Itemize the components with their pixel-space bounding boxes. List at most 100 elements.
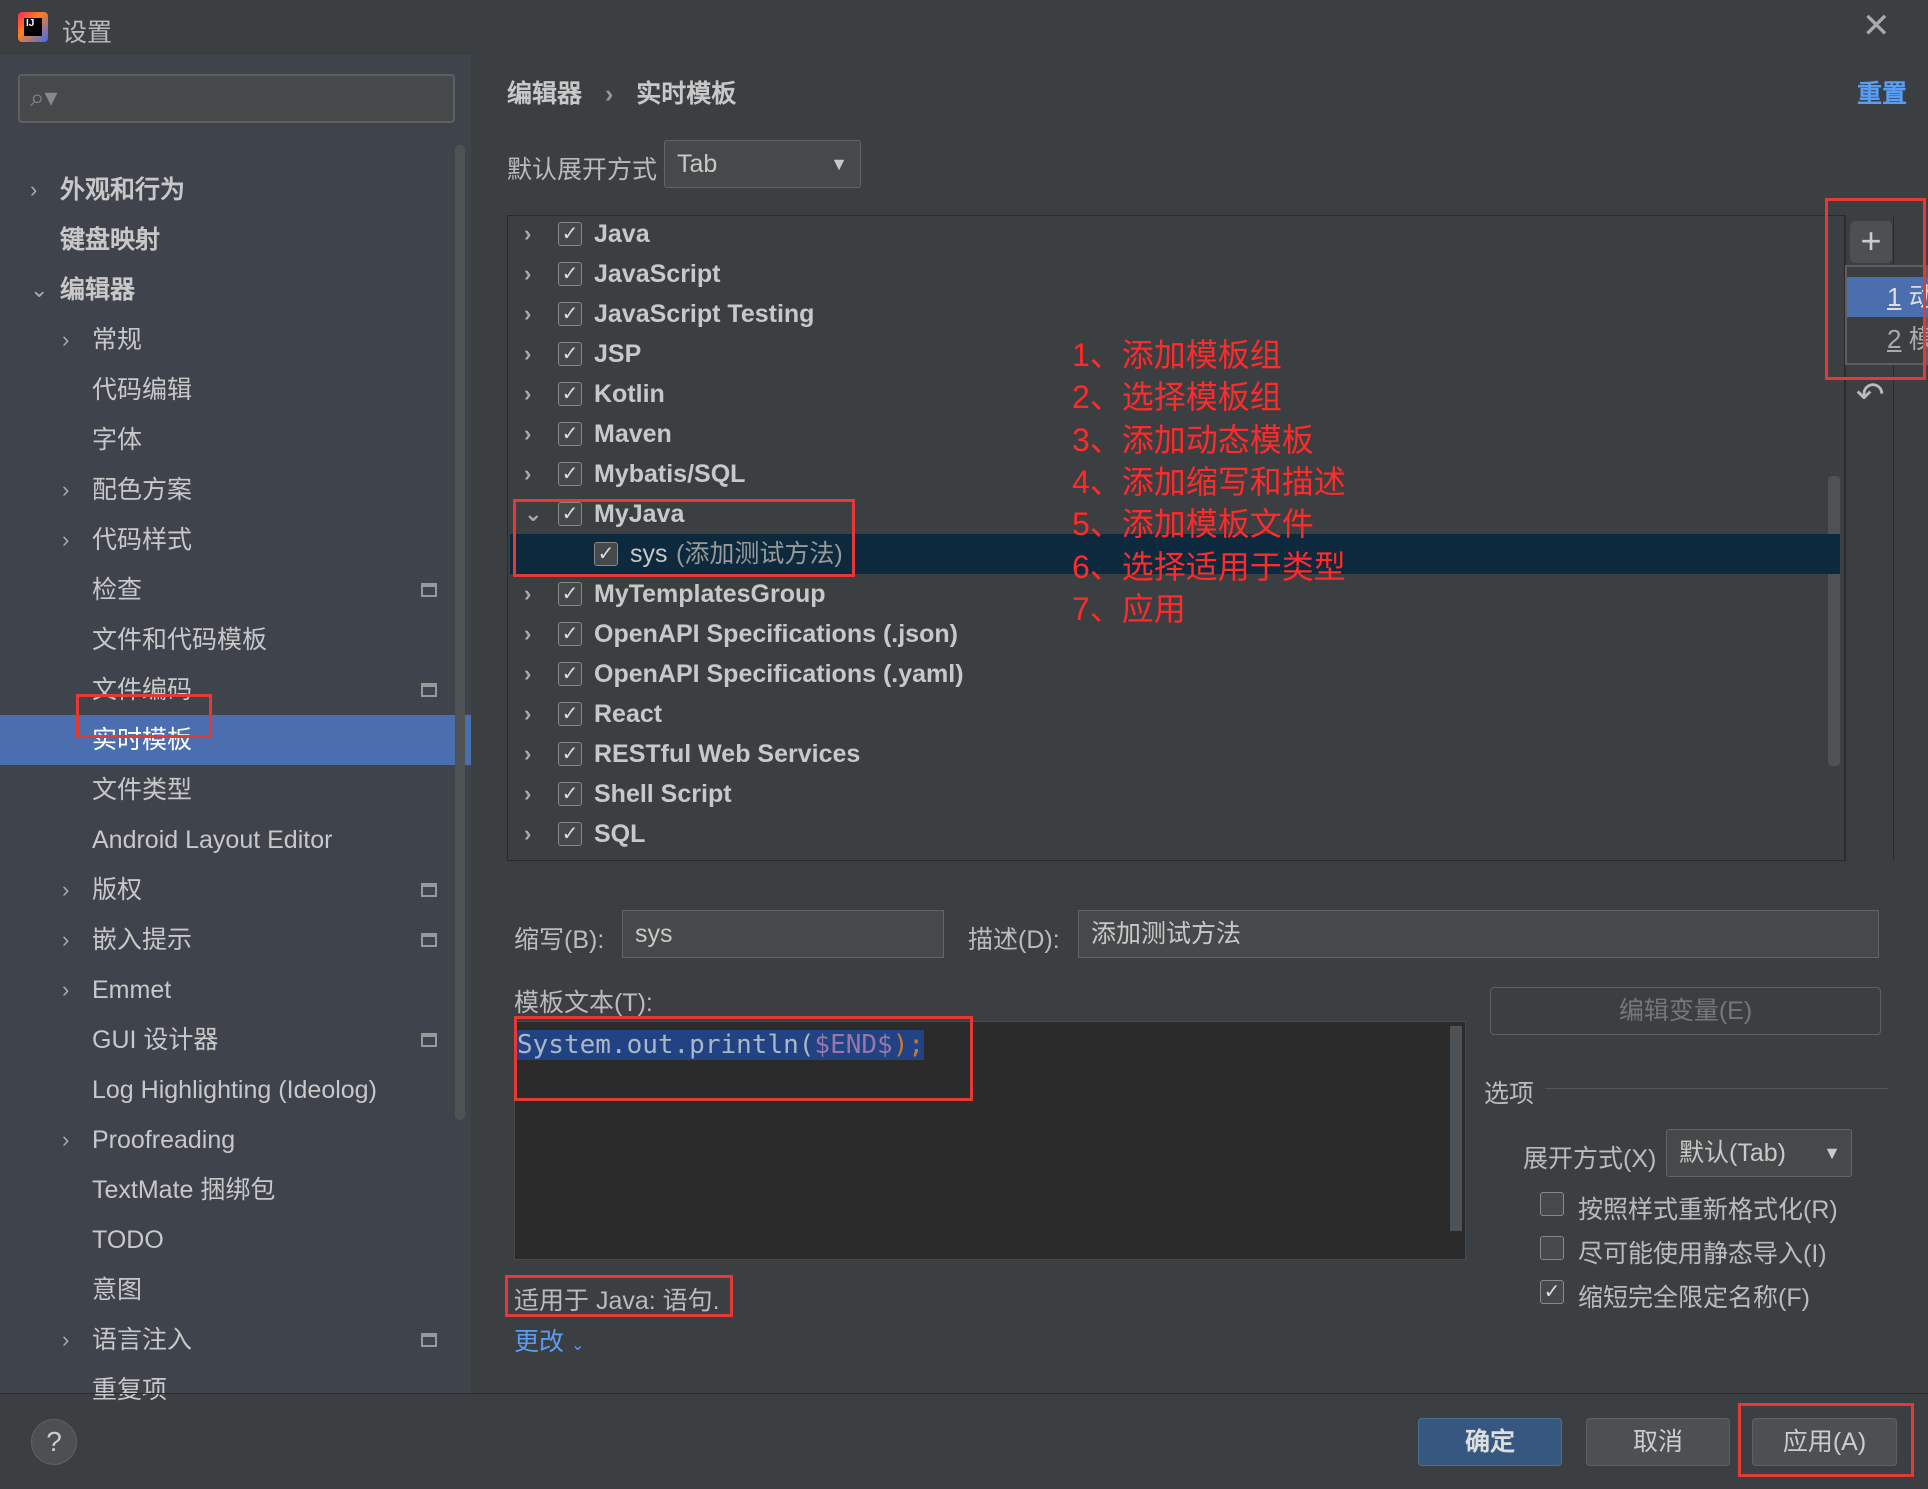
close-icon[interactable]: ✕	[1862, 6, 1891, 46]
checkbox[interactable]: ✓	[558, 222, 582, 246]
abbreviation-input[interactable]: sys	[622, 910, 944, 958]
sidebar-item[interactable]: Android Layout Editor	[0, 815, 471, 865]
chevron-right-icon[interactable]: ›	[524, 294, 531, 334]
option-checkbox[interactable]: ✓	[1540, 1280, 1564, 1304]
reset-link[interactable]: 重置	[1857, 74, 1907, 110]
sidebar-item[interactable]: 检查	[0, 565, 471, 615]
tree-row[interactable]: › ✓ React	[510, 694, 1840, 734]
checkbox[interactable]: ✓	[558, 662, 582, 686]
checkbox[interactable]: ✓	[558, 702, 582, 726]
highlight-box	[514, 1016, 973, 1101]
sidebar-item-label: 代码编辑	[92, 376, 193, 404]
chevron-right-icon[interactable]: ›	[524, 454, 531, 494]
tree-row-label: OpenAPI Specifications (.yaml)	[594, 660, 964, 688]
sidebar-item[interactable]: ⌄ 编辑器	[0, 265, 471, 315]
checkbox[interactable]: ✓	[558, 782, 582, 806]
tree-row[interactable]: › ✓ JavaScript	[510, 254, 1840, 294]
chevron-right-icon[interactable]: ›	[62, 465, 69, 515]
sidebar-item[interactable]: › 配色方案	[0, 465, 471, 515]
sidebar-item[interactable]: TODO	[0, 1215, 471, 1265]
checkbox[interactable]: ✓	[558, 822, 582, 846]
sidebar-scrollbar[interactable]	[455, 145, 465, 1120]
tree-row[interactable]: › ✓ OpenAPI Specifications (.yaml)	[510, 654, 1840, 694]
sidebar-item[interactable]: › 语言注入	[0, 1315, 471, 1365]
sidebar-item[interactable]: TextMate 捆绑包	[0, 1165, 471, 1215]
sidebar-item-label: 版权	[92, 876, 143, 904]
editor-scrollbar[interactable]	[1450, 1026, 1462, 1231]
sidebar-item[interactable]: › Proofreading	[0, 1115, 471, 1165]
expand-mode-dropdown[interactable]: 默认(Tab) ▼	[1666, 1129, 1852, 1177]
sidebar-item[interactable]: › 嵌入提示	[0, 915, 471, 965]
sidebar-item-label: Log Highlighting (Ideolog)	[92, 1076, 377, 1104]
sidebar-item[interactable]: 文件类型	[0, 765, 471, 815]
sidebar-item[interactable]: 代码编辑	[0, 365, 471, 415]
chevron-right-icon[interactable]: ›	[524, 254, 531, 294]
sidebar-item[interactable]: › 版权	[0, 865, 471, 915]
chevron-right-icon[interactable]: ›	[62, 1315, 69, 1365]
chevron-right-icon[interactable]: ›	[62, 865, 69, 915]
sidebar-item[interactable]: 重复项	[0, 1365, 471, 1415]
tree-row-label: OpenAPI Specifications (.json)	[594, 620, 958, 648]
cancel-button[interactable]: 取消	[1586, 1418, 1730, 1466]
sidebar-item[interactable]: › 常规	[0, 315, 471, 365]
tree-row[interactable]: › ✓ Java	[510, 214, 1840, 254]
checkbox[interactable]: ✓	[558, 302, 582, 326]
tree-row[interactable]: › ✓ JavaScript Testing	[510, 294, 1840, 334]
chevron-right-icon[interactable]: ›	[524, 214, 531, 254]
checkbox[interactable]: ✓	[558, 582, 582, 606]
sidebar-item[interactable]: 字体	[0, 415, 471, 465]
default-expand-dropdown[interactable]: Tab ▼	[664, 140, 861, 188]
sidebar-item[interactable]: › 外观和行为	[0, 165, 471, 215]
sidebar-item[interactable]: 实时模板	[0, 715, 471, 765]
checkbox[interactable]: ✓	[558, 462, 582, 486]
sidebar-item[interactable]: 键盘映射	[0, 215, 471, 265]
checkbox[interactable]: ✓	[558, 262, 582, 286]
sidebar-item[interactable]: › Emmet	[0, 965, 471, 1015]
sidebar-item[interactable]: › 代码样式	[0, 515, 471, 565]
chevron-right-icon[interactable]: ›	[524, 334, 531, 374]
description-input[interactable]: 添加测试方法	[1078, 910, 1879, 958]
sidebar-item[interactable]: 意图	[0, 1265, 471, 1315]
chevron-right-icon[interactable]: ›	[62, 515, 69, 565]
change-contexts-link[interactable]: 更改 ⌄	[514, 1322, 584, 1358]
tree-row[interactable]: › ✓ SQL	[510, 814, 1840, 854]
chevron-right-icon[interactable]: ›	[524, 694, 531, 734]
chevron-right-icon[interactable]: ›	[524, 374, 531, 414]
checkbox[interactable]: ✓	[558, 382, 582, 406]
sidebar-item-label: 配色方案	[92, 476, 193, 504]
chevron-right-icon[interactable]: ›	[62, 915, 69, 965]
tree-row-label: MyTemplatesGroup	[594, 580, 826, 608]
tree-row[interactable]: › ✓ RESTful Web Services	[510, 734, 1840, 774]
chevron-right-icon[interactable]: ›	[524, 574, 531, 614]
chevron-down-icon[interactable]: ⌄	[30, 265, 48, 315]
edit-variables-button[interactable]: 编辑变量(E)	[1490, 987, 1881, 1035]
chevron-right-icon[interactable]: ›	[524, 774, 531, 814]
tree-row[interactable]: › ✓ Shell Script	[510, 774, 1840, 814]
chevron-right-icon[interactable]: ›	[30, 165, 37, 215]
undo-icon[interactable]: ↶	[1856, 375, 1885, 415]
chevron-right-icon[interactable]: ›	[524, 414, 531, 454]
sidebar-item-label: 意图	[92, 1276, 143, 1304]
search-input[interactable]: ⌕▾	[18, 74, 455, 123]
chevron-right-icon[interactable]: ›	[524, 734, 531, 774]
chevron-right-icon[interactable]: ›	[524, 654, 531, 694]
ok-button[interactable]: 确定	[1418, 1418, 1562, 1466]
sidebar-item[interactable]: 文件编码	[0, 665, 471, 715]
chevron-right-icon[interactable]: ›	[524, 614, 531, 654]
checkbox[interactable]: ✓	[558, 342, 582, 366]
chevron-right-icon[interactable]: ›	[62, 315, 69, 365]
checkbox[interactable]: ✓	[558, 422, 582, 446]
sidebar-item[interactable]: 文件和代码模板	[0, 615, 471, 665]
sidebar-item[interactable]: Log Highlighting (Ideolog)	[0, 1065, 471, 1115]
breadcrumb-parent[interactable]: 编辑器	[507, 80, 582, 108]
chevron-right-icon[interactable]: ›	[62, 965, 69, 1015]
checkbox[interactable]: ✓	[558, 742, 582, 766]
option-checkbox[interactable]	[1540, 1192, 1564, 1216]
chevron-right-icon[interactable]: ›	[62, 1115, 69, 1165]
sidebar-item[interactable]: GUI 设计器	[0, 1015, 471, 1065]
tree-row-label: Mybatis/SQL	[594, 460, 746, 488]
option-checkbox[interactable]	[1540, 1236, 1564, 1260]
help-button[interactable]: ?	[31, 1419, 77, 1465]
chevron-right-icon[interactable]: ›	[524, 814, 531, 854]
checkbox[interactable]: ✓	[558, 622, 582, 646]
